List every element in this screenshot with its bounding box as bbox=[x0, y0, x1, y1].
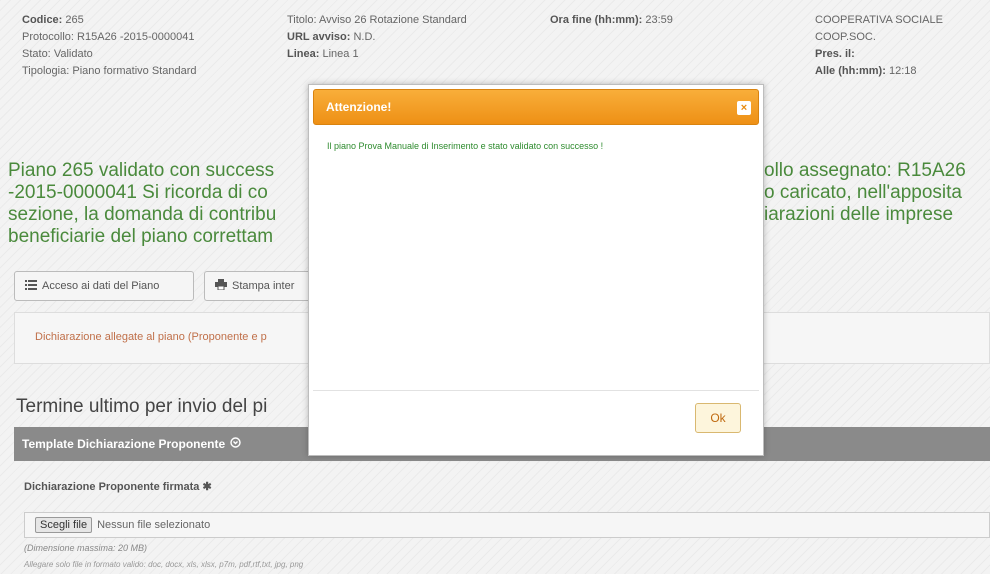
upload-label-text: Dichiarazione Proponente firmata bbox=[24, 481, 200, 493]
header-col-3: Ora fine (hh:mm): 23:59 bbox=[550, 12, 673, 29]
declarations-alert-text: Dichiarazione allegate al piano (Propone… bbox=[35, 331, 267, 343]
dialog-title: Attenzione! bbox=[326, 100, 392, 114]
message-line1-right: ollo assegnato: R15A26 bbox=[764, 160, 966, 181]
header-col-2: Titolo: Avviso 26 Rotazione Standard URL… bbox=[287, 12, 467, 63]
formats-hint: Allegare solo file in formato valido: do… bbox=[24, 560, 304, 569]
titolo-value: Avviso 26 Rotazione Standard bbox=[319, 14, 467, 26]
url-avviso-label: URL avviso: bbox=[287, 31, 351, 43]
ora-fine-value: 23:59 bbox=[645, 14, 673, 26]
printer-icon bbox=[215, 279, 227, 293]
dialog-divider bbox=[313, 390, 759, 391]
file-status: Nessun file selezionato bbox=[97, 519, 211, 531]
data-access-label: Acceso ai dati del Piano bbox=[42, 280, 160, 292]
protocollo-value: R15A26 -2015-0000041 bbox=[77, 31, 195, 43]
alert-dialog: Attenzione! × Il piano Prova Manuale di … bbox=[308, 84, 764, 456]
alle-value: 12:18 bbox=[888, 65, 917, 77]
linea-label: Linea: bbox=[287, 48, 320, 60]
ente-name-line2: COOP.SOC. bbox=[815, 31, 876, 43]
file-input[interactable]: Scegli file Nessun file selezionato bbox=[24, 512, 990, 538]
max-size-hint: (Dimensione massima: 20 MB) bbox=[24, 543, 148, 553]
titolo-label: Titolo: bbox=[287, 14, 317, 26]
alle-label: Alle (hh:mm): bbox=[815, 65, 886, 77]
protocollo-label: Protocollo: bbox=[22, 31, 74, 43]
stato-value: Validato bbox=[53, 48, 93, 60]
print-label: Stampa inter bbox=[232, 280, 295, 292]
template-panel-title: Template Dichiarazione Proponente bbox=[22, 437, 226, 451]
ok-button[interactable]: Ok bbox=[695, 403, 741, 433]
dialog-header: Attenzione! × bbox=[313, 89, 759, 125]
message-line3-right: iarazioni delle imprese bbox=[764, 204, 954, 225]
message-line2-right: o caricato, nell'apposita bbox=[764, 182, 962, 203]
dialog-message: Il piano Prova Manuale di Inserimento e … bbox=[327, 141, 604, 151]
asterisk-icon: ✱ bbox=[202, 481, 212, 493]
ente-name-line1: COOPERATIVA SOCIALE bbox=[815, 14, 943, 26]
choose-file-button[interactable]: Scegli file bbox=[35, 517, 93, 533]
upload-field-label: Dichiarazione Proponente firmata ✱ bbox=[24, 480, 212, 493]
url-avviso-value: N.D. bbox=[353, 31, 376, 43]
message-line3-left: sezione, la domanda di contribu bbox=[8, 204, 277, 225]
info-circle-icon bbox=[230, 437, 241, 451]
list-icon bbox=[25, 279, 37, 293]
codice-label: Codice: bbox=[22, 14, 63, 26]
ora-fine-label: Ora fine (hh:mm): bbox=[550, 14, 643, 26]
message-line1-left: Piano 265 validato con success bbox=[8, 160, 275, 181]
message-line2-left: -2015-0000041 Si ricorda di co bbox=[8, 182, 268, 203]
deadline-heading: Termine ultimo per invio del pi bbox=[16, 396, 268, 417]
page: Codice: 265 Protocollo: R15A26 -2015-000… bbox=[0, 0, 990, 574]
tipologia-value: Piano formativo Standard bbox=[72, 65, 197, 77]
tipologia-label: Tipologia: bbox=[22, 65, 70, 77]
linea-value: Linea 1 bbox=[322, 48, 359, 60]
codice-value: 265 bbox=[65, 14, 84, 26]
print-button[interactable]: Stampa inter bbox=[204, 271, 324, 301]
close-icon[interactable]: × bbox=[737, 101, 751, 115]
data-access-button[interactable]: Acceso ai dati del Piano bbox=[14, 271, 194, 301]
stato-label: Stato: bbox=[22, 48, 51, 60]
pres-label: Pres. il: bbox=[815, 48, 855, 60]
message-line4-left: beneficiarie del piano correttam bbox=[8, 226, 274, 247]
header-col-4: COOPERATIVA SOCIALE COOP.SOC. Pres. il: … bbox=[815, 12, 990, 80]
header-col-1: Codice: 265 Protocollo: R15A26 -2015-000… bbox=[22, 12, 197, 80]
